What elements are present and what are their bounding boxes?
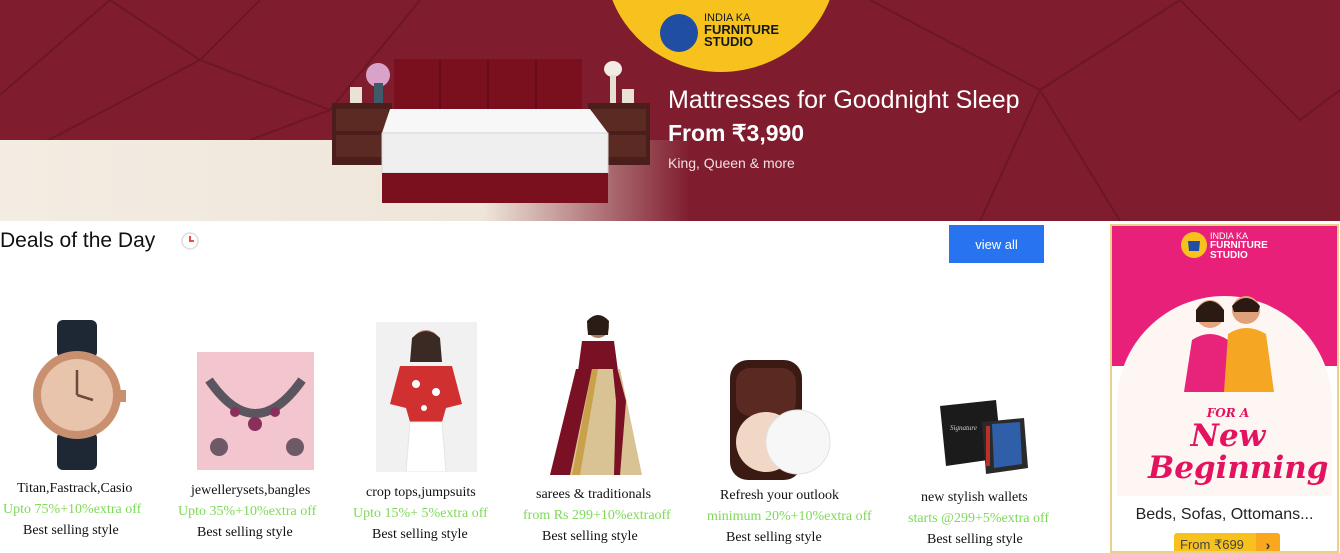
- mattress-bed-image: [332, 59, 650, 203]
- ad-cta-label: From ₹699: [1180, 537, 1244, 552]
- crop-top-image: [376, 322, 477, 472]
- chair-logo-icon: [660, 14, 698, 52]
- watch-image: [33, 320, 126, 470]
- deal-name: jewellerysets,bangles: [191, 483, 311, 498]
- deal-name: crop tops,jumpsuits: [366, 485, 476, 500]
- deal-offer: Upto 15%+ 5%extra off: [353, 506, 488, 521]
- banner-subtitle: King, Queen & more: [668, 155, 795, 171]
- ad-brand-logo: INDIA KA FURNITURE STUDIO: [1210, 232, 1290, 261]
- chevron-right-icon: ›: [1256, 533, 1280, 551]
- deal-tag: Best selling style: [372, 527, 468, 542]
- banner-price: From ₹3,990: [668, 120, 805, 146]
- chair-logo-icon: [1181, 232, 1207, 258]
- deal-tag: Best selling style: [927, 532, 1023, 547]
- ad-logo-line-3: STUDIO: [1210, 250, 1248, 261]
- view-all-button[interactable]: view all: [949, 225, 1044, 263]
- deal-offer: Upto 35%+10%extra off: [178, 504, 317, 519]
- deal-card-crop-tops[interactable]: crop tops,jumpsuits Upto 15%+ 5%extra of…: [350, 310, 500, 550]
- top-banner[interactable]: INDIA KA FURNITURE STUDIO Mattresses for…: [0, 0, 1340, 221]
- brand-logo-text: INDIA KA FURNITURE STUDIO: [704, 12, 814, 48]
- ad-tagline-line-2: Beginning: [1148, 450, 1329, 486]
- deal-offer: starts @299+5%extra off: [908, 511, 1050, 526]
- couple-illustration: [1184, 296, 1274, 392]
- deal-card-wallets[interactable]: Signature new stylish wallets starts @29…: [900, 310, 1060, 550]
- banner-headline: Mattresses for Goodnight Sleep: [668, 86, 1020, 114]
- deal-name: Refresh your outlook: [720, 488, 839, 503]
- deal-tag: Best selling style: [197, 525, 293, 540]
- deal-tag: Best selling style: [23, 523, 119, 538]
- deal-offer: Upto 75%+10%extra off: [3, 502, 142, 517]
- necklace-image: [197, 352, 314, 470]
- svg-text:Signature: Signature: [950, 424, 977, 432]
- deal-card-jewellery[interactable]: jewellerysets,bangles Upto 35%+10%extra …: [175, 310, 325, 550]
- deals-section-title: Deals of the Day: [0, 229, 156, 252]
- deal-card-watches[interactable]: Titan,Fastrack,Casio Upto 75%+10%extra o…: [0, 310, 150, 550]
- deal-offer: minimum 20%+10%extra off: [707, 509, 872, 524]
- deal-card-sarees[interactable]: sarees & traditionals from Rs 299+10%ext…: [520, 305, 675, 550]
- furniture-ad-card[interactable]: INDIA KA FURNITURE STUDIO FOR A New Begi…: [1110, 224, 1339, 553]
- deal-tag: Best selling style: [542, 529, 638, 544]
- ad-tagline-line-1: New: [1190, 418, 1266, 454]
- deal-name: new stylish wallets: [921, 490, 1028, 505]
- ad-categories: Beds, Sofas, Ottomans...: [1135, 506, 1314, 523]
- compact-powder-image: [730, 360, 831, 480]
- timer-icon: [181, 232, 199, 250]
- saree-image: [550, 315, 642, 475]
- wallet-image: Signature: [940, 400, 1028, 474]
- ad-cta-button[interactable]: From ₹699 ›: [1174, 533, 1280, 552]
- ad-tagline: FOR A New Beginning: [1148, 406, 1329, 486]
- deal-name: sarees & traditionals: [536, 487, 652, 502]
- deal-card-cosmetics[interactable]: Refresh your outlook minimum 20%+10%extr…: [700, 310, 880, 550]
- deal-tag: Best selling style: [726, 530, 822, 545]
- logo-line-3: STUDIO: [704, 34, 754, 49]
- deal-offer: from Rs 299+10%extraoff: [523, 508, 671, 523]
- deal-name: Titan,Fastrack,Casio: [17, 481, 133, 496]
